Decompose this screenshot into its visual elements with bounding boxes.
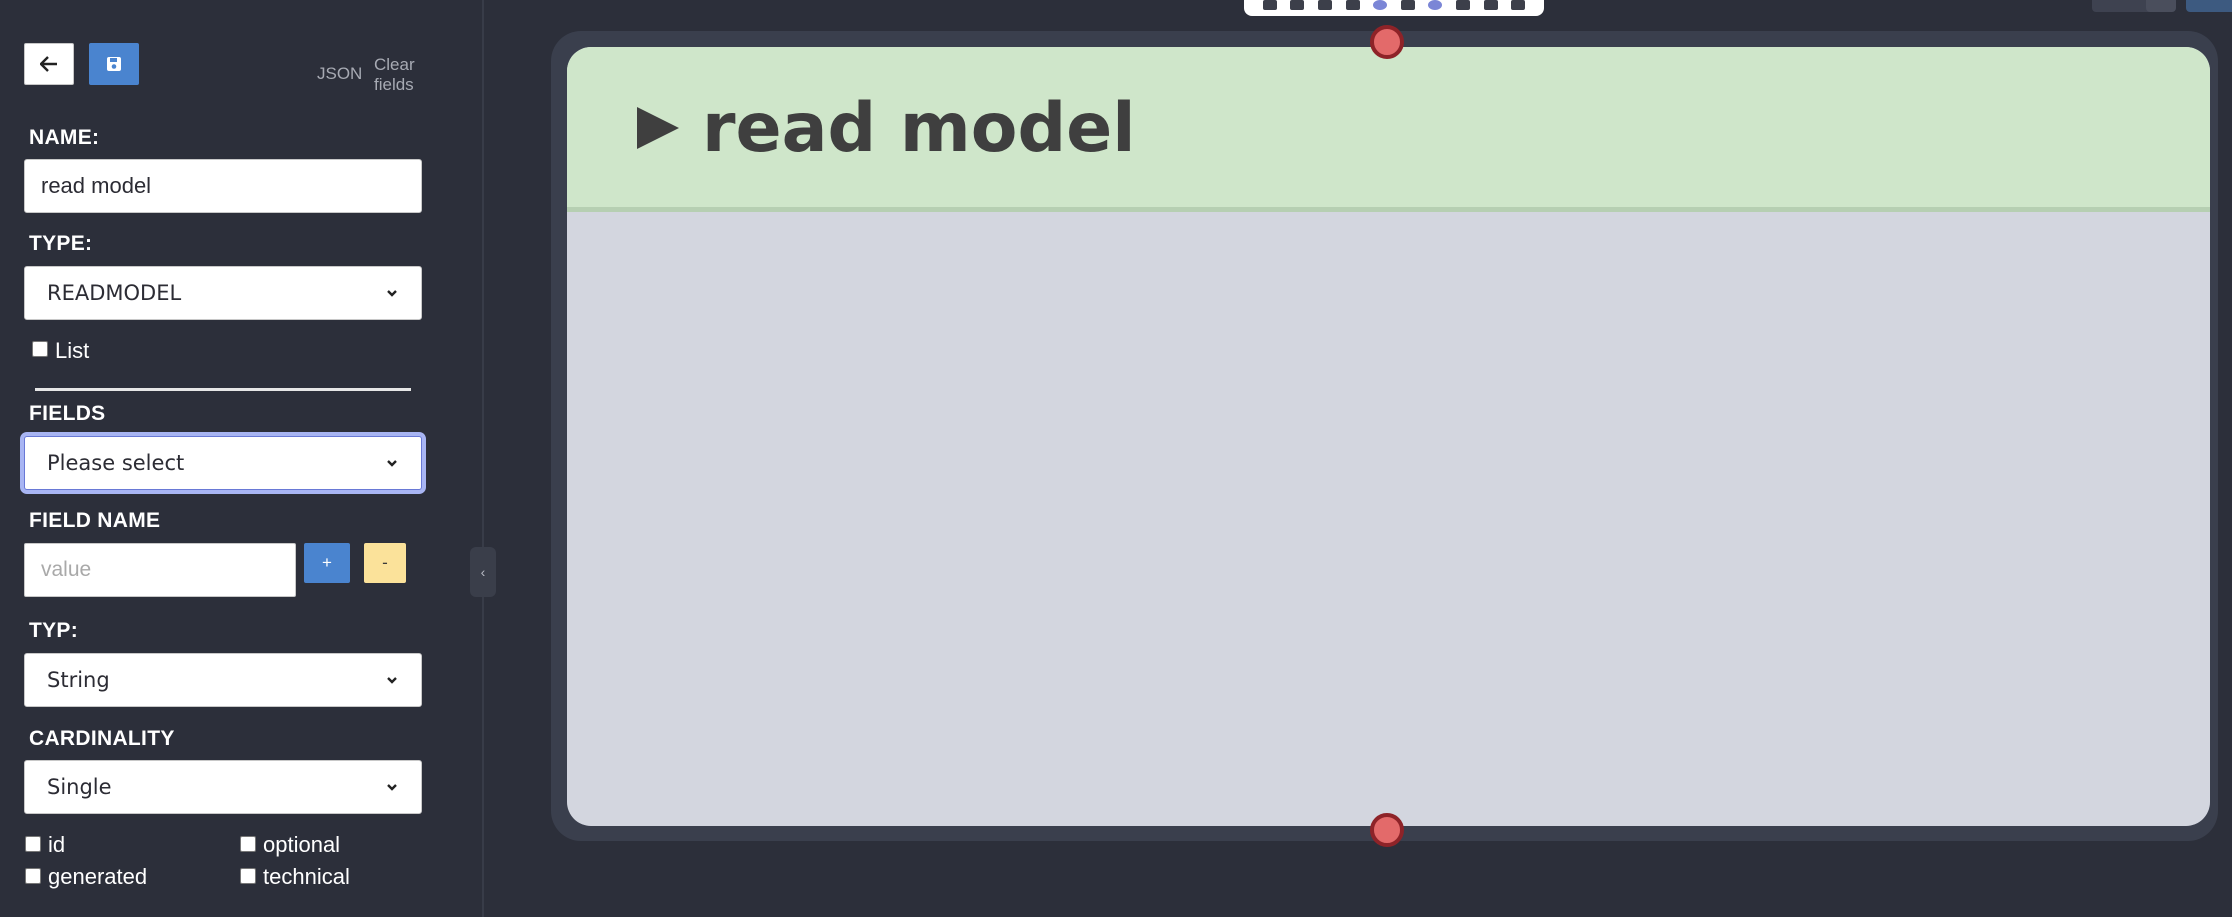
add-field-button[interactable]: +	[304, 543, 350, 583]
readmodel-node[interactable]: read model	[567, 47, 2210, 826]
remove-field-button[interactable]: -	[364, 543, 406, 583]
connect-tool-icon[interactable]	[1262, 0, 1277, 10]
typ-label: TYP:	[29, 619, 79, 642]
chevron-down-icon	[387, 677, 397, 684]
list-checkbox-label: List	[55, 338, 90, 363]
optional-checkbox[interactable]	[240, 836, 256, 852]
play-icon	[637, 107, 679, 149]
typ-select[interactable]: String	[24, 653, 422, 707]
node-header: read model	[567, 47, 2210, 212]
generated-checkbox[interactable]	[25, 868, 41, 884]
field-name-placeholder: value	[41, 558, 92, 581]
back-button[interactable]	[24, 43, 74, 85]
technical-checkbox-label: technical	[263, 864, 350, 889]
field-name-input[interactable]: value	[24, 543, 296, 597]
top-connection-port[interactable]	[1370, 25, 1404, 59]
type-label: TYPE:	[29, 232, 93, 255]
id-checkbox[interactable]	[25, 836, 41, 852]
copy-tool-icon[interactable]	[1317, 0, 1332, 10]
technical-checkbox[interactable]	[240, 868, 256, 884]
chevron-down-icon	[387, 290, 397, 297]
list-checkbox[interactable]	[32, 341, 48, 357]
section-divider	[35, 388, 411, 391]
optional-checkbox-label: optional	[263, 832, 341, 857]
check-tool-icon[interactable]	[1290, 0, 1305, 10]
search-tool-icon[interactable]	[1345, 0, 1360, 10]
bottom-connection-port[interactable]	[1370, 813, 1404, 847]
cardinality-select[interactable]: Single	[24, 760, 422, 814]
type-select-value: READMODEL	[47, 281, 182, 305]
clear-fields-link[interactable]: Clear fields	[374, 55, 434, 95]
chart-tool-icon[interactable]	[1400, 0, 1415, 10]
top-right-action-button[interactable]	[2186, 0, 2232, 12]
collapse-sidebar-handle[interactable]: ‹	[470, 547, 496, 597]
node-title: read model	[702, 89, 1136, 168]
cardinality-label: CARDINALITY	[29, 727, 175, 750]
name-input[interactable]: read model	[24, 159, 422, 213]
top-right-small-button[interactable]	[2146, 0, 2176, 12]
floppy-disk-icon	[107, 57, 121, 71]
comment-tool-icon[interactable]	[1455, 0, 1470, 10]
name-input-value: read model	[41, 173, 152, 198]
cardinality-select-value: Single	[47, 775, 112, 799]
chevron-down-icon	[387, 460, 397, 467]
field-name-label: FIELD NAME	[29, 509, 161, 532]
typ-select-value: String	[47, 668, 110, 692]
fields-select-value: Please select	[47, 451, 185, 475]
trash-tool-icon[interactable]	[1511, 0, 1526, 10]
duplicate-tool-icon[interactable]	[1483, 0, 1498, 10]
save-button[interactable]	[89, 43, 139, 85]
json-link[interactable]: JSON	[317, 64, 362, 84]
name-label: NAME:	[29, 126, 100, 149]
arrow-left-icon	[40, 56, 57, 72]
generated-checkbox-label: generated	[48, 864, 148, 889]
type-select[interactable]: READMODEL	[24, 266, 422, 320]
circle-tool-icon[interactable]	[1373, 0, 1388, 10]
id-checkbox-label: id	[48, 832, 66, 857]
dot-tool-icon[interactable]	[1428, 0, 1443, 10]
editor-sidebar: JSON Clear fields NAME: read model TYPE:…	[0, 0, 484, 917]
chevron-down-icon	[387, 784, 397, 791]
fields-select[interactable]: Please select	[24, 436, 422, 490]
fields-label: FIELDS	[29, 402, 106, 425]
node-toolbar	[1244, 0, 1544, 16]
